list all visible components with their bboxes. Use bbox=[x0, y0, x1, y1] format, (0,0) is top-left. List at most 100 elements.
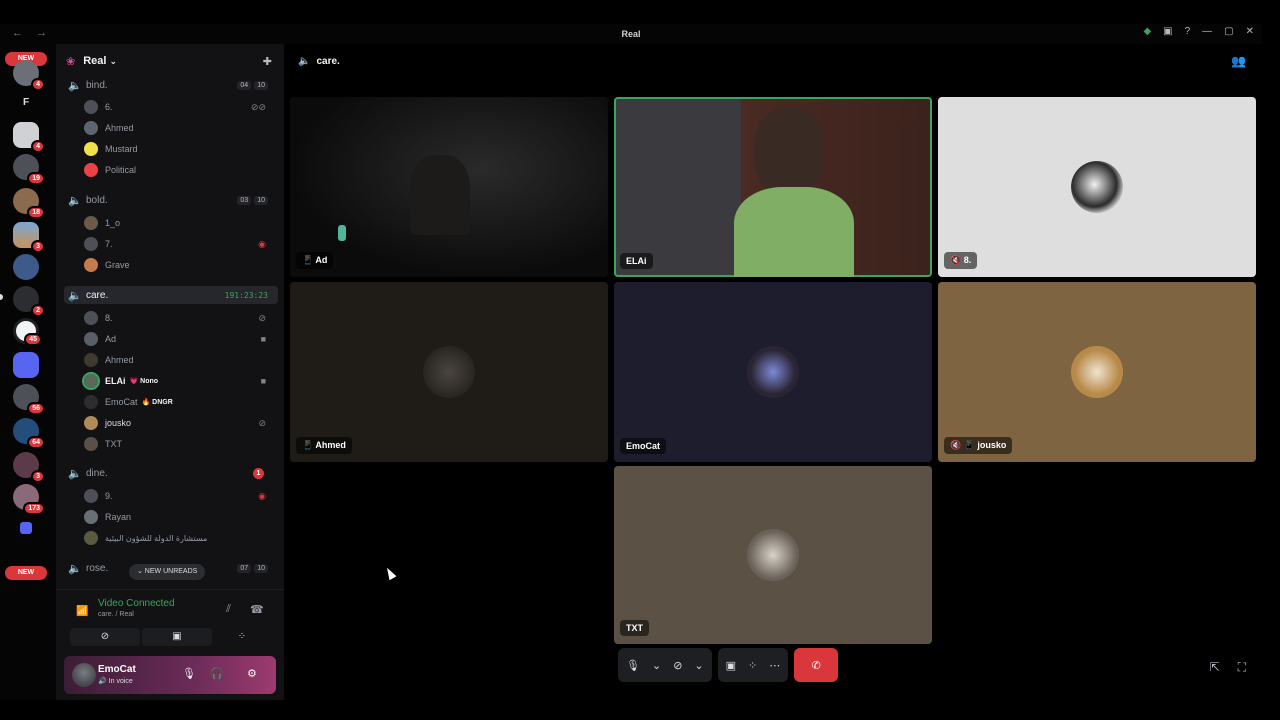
voice-user[interactable]: Ahmed bbox=[84, 119, 274, 137]
streaming-icon: ◉ bbox=[258, 490, 266, 501]
user-panel: EmoCat 🔊 In voice 🎙 🎧 ⚙ bbox=[64, 656, 276, 694]
speaker-icon: 🔈 bbox=[68, 562, 82, 575]
server-icon[interactable]: 173 bbox=[13, 484, 45, 515]
headset-icon[interactable]: 🎧 bbox=[210, 667, 224, 680]
avatar[interactable] bbox=[72, 663, 96, 687]
camera-icon: ■ bbox=[260, 334, 266, 344]
mic-icon[interactable]: 🎙 bbox=[182, 667, 196, 680]
camera-off-icon[interactable]: ⊘ bbox=[673, 659, 682, 672]
voice-user[interactable]: Political bbox=[84, 161, 274, 179]
voice-user[interactable]: Ad ■ bbox=[84, 330, 274, 348]
leaf-icon[interactable]: ◆ bbox=[1143, 26, 1151, 37]
voice-user[interactable]: EmoCat 🔥 DNGR bbox=[84, 393, 274, 411]
voice-channel-bind[interactable]: 🔈 bind. 04 10 bbox=[64, 76, 278, 94]
speaker-icon: 🔈 bbox=[68, 194, 82, 207]
signal-icon[interactable]: 📶 bbox=[76, 606, 88, 617]
voice-user[interactable]: ELAi 💗 Nono ■ bbox=[82, 372, 274, 390]
activity-button[interactable]: ⁘ bbox=[214, 628, 270, 646]
server-icon[interactable] bbox=[13, 254, 39, 280]
camera-icon: ■ bbox=[260, 376, 266, 386]
video-tile-elai[interactable]: ELAi bbox=[614, 97, 932, 277]
hangup-button[interactable]: ✆ bbox=[794, 648, 839, 682]
share-control[interactable]: ▣ ⁘ ⋯ bbox=[717, 648, 789, 682]
voice-user[interactable]: TXT bbox=[84, 435, 274, 453]
screen-share-icon[interactable]: ▣ bbox=[726, 659, 736, 672]
disconnect-icon[interactable]: ☎ bbox=[250, 603, 264, 616]
voice-channel-dine[interactable]: 🔈 dine. 1 bbox=[64, 464, 278, 482]
voice-user[interactable]: Mustard bbox=[84, 140, 274, 158]
voice-location[interactable]: care. / Real bbox=[98, 611, 134, 618]
username[interactable]: EmoCat bbox=[98, 664, 136, 675]
server-icon[interactable]: 3 bbox=[13, 222, 45, 253]
minimize-button[interactable]: — bbox=[1202, 26, 1212, 37]
fullscreen-icon[interactable]: ⛶ bbox=[1238, 660, 1246, 675]
server-icon[interactable]: 2 bbox=[13, 286, 45, 317]
mic-control[interactable]: 🎙 ⌄ ⊘ ⌄ bbox=[618, 648, 712, 682]
voice-user[interactable]: Rayan bbox=[84, 508, 274, 526]
help-icon[interactable]: ? bbox=[1185, 26, 1191, 37]
server-icon[interactable]: 56 bbox=[13, 384, 45, 415]
more-icon[interactable]: ⋯ bbox=[769, 659, 780, 672]
popout-icon[interactable]: ⇱ bbox=[1210, 660, 1220, 675]
video-tile-emocat[interactable]: EmoCat bbox=[614, 282, 932, 462]
server-icon[interactable]: 45 bbox=[13, 318, 42, 346]
inbox-icon[interactable]: ▣ bbox=[1163, 26, 1172, 37]
video-toggle-button[interactable]: ⊘ bbox=[70, 628, 140, 646]
voice-user[interactable]: 6. ⊘⊘ bbox=[84, 98, 274, 116]
video-tile-ahmed[interactable]: 📱 Ahmed bbox=[290, 282, 608, 462]
voice-user[interactable]: jousko ⊘ bbox=[84, 414, 274, 432]
unread-badge: 1 bbox=[253, 467, 264, 479]
avatar bbox=[747, 529, 799, 581]
server-icon[interactable]: 4 bbox=[13, 60, 45, 91]
voice-channel-care[interactable]: 🔈 care. 191:23:23 bbox=[64, 286, 278, 304]
mic-icon[interactable]: 🎙 bbox=[626, 659, 640, 672]
speaker-icon: 🔈 bbox=[298, 56, 311, 67]
voice-user[interactable]: Ahmed bbox=[84, 351, 274, 369]
tile-label: 📱 Ahmed bbox=[296, 437, 352, 454]
people-icon[interactable]: 👥 bbox=[1231, 54, 1246, 68]
voice-user[interactable]: 1_o bbox=[84, 214, 274, 232]
server-letter-f[interactable]: F bbox=[13, 90, 39, 116]
video-tile-jousko[interactable]: 🔇 📱 jousko bbox=[938, 282, 1256, 462]
video-tile-8[interactable]: 🔇 8. bbox=[938, 97, 1256, 277]
channel-sidebar: ❀ Real ⌄ ✚ 🔈 bind. 04 10 6. ⊘⊘ Ahmed Mustard… bbox=[56, 44, 284, 700]
mute-icon: ⊘ bbox=[258, 417, 266, 428]
voice-user[interactable]: Grave bbox=[84, 256, 274, 274]
voice-status[interactable]: Video Connected bbox=[98, 598, 175, 609]
video-tile-txt[interactable]: TXT bbox=[614, 466, 932, 644]
video-tile-ad[interactable]: 📱 Ad bbox=[290, 97, 608, 277]
guild-name: Real bbox=[83, 55, 107, 67]
voice-user[interactable]: 9. ◉ bbox=[84, 487, 274, 505]
server-icon[interactable]: 64 bbox=[13, 418, 45, 449]
server-icon[interactable]: 4 bbox=[13, 122, 45, 153]
voice-user[interactable]: مستشارة الدولة للشؤون البيئية bbox=[84, 529, 274, 547]
chevron-down-icon[interactable]: ⌄ bbox=[694, 659, 703, 672]
channel-timer: 191:23:23 bbox=[224, 290, 268, 300]
server-icon[interactable] bbox=[13, 352, 39, 378]
activity-icon[interactable]: ⁘ bbox=[748, 659, 757, 672]
invite-icon[interactable]: ✚ bbox=[263, 55, 272, 68]
avatar bbox=[423, 346, 475, 398]
maximize-button[interactable]: ▢ bbox=[1224, 26, 1233, 37]
new-unreads-button[interactable]: ⌄ NEW UNREADS bbox=[129, 564, 206, 580]
server-icon[interactable]: 18 bbox=[13, 188, 45, 219]
voice-user[interactable]: 7. ◉ bbox=[84, 235, 274, 253]
guild-boost-icon: ❀ bbox=[66, 55, 76, 68]
voice-channel-bold[interactable]: 🔈 bold. 03 10 bbox=[64, 191, 278, 209]
tile-label: 🔇 📱 jousko bbox=[944, 437, 1013, 454]
voice-user[interactable]: 8. ⊘ bbox=[84, 309, 274, 327]
mute-deafen-icon: ⊘⊘ bbox=[250, 101, 266, 112]
screen-share-button[interactable]: ▣ bbox=[142, 628, 212, 646]
folder-icon[interactable] bbox=[20, 522, 32, 534]
server-icon[interactable]: 19 bbox=[13, 154, 45, 185]
noise-suppression-icon[interactable]: ⫽ bbox=[226, 603, 231, 616]
settings-gear-icon[interactable]: ⚙ bbox=[247, 667, 257, 680]
new-pill-bottom[interactable]: NEW bbox=[5, 566, 47, 580]
chevron-down-icon[interactable]: ⌄ bbox=[652, 659, 661, 672]
avatar bbox=[1071, 161, 1123, 213]
mute-icon: ⊘ bbox=[258, 312, 266, 323]
streaming-icon: ◉ bbox=[258, 238, 266, 249]
guild-header[interactable]: ❀ Real ⌄ ✚ bbox=[56, 44, 284, 78]
close-button[interactable]: ✕ bbox=[1246, 26, 1254, 37]
server-icon[interactable]: 3 bbox=[13, 452, 45, 483]
